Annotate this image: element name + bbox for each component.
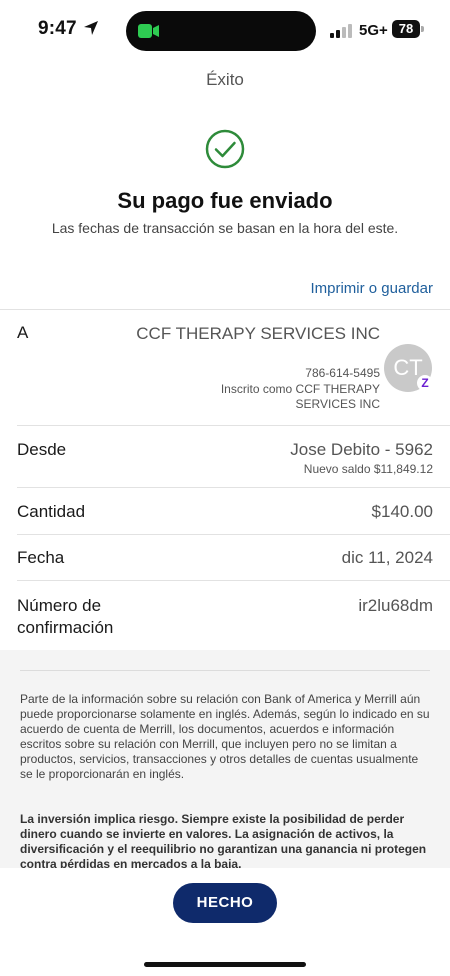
divider [17, 580, 450, 581]
print-or-save-link[interactable]: Imprimir o guardar [310, 280, 433, 297]
amount-label: Cantidad [17, 502, 86, 521]
dynamic-island [126, 11, 316, 51]
battery-tip [421, 26, 424, 32]
divider [17, 425, 450, 426]
disclaimer-panel[interactable]: Parte de la información sobre su relació… [0, 650, 450, 868]
status-time: 9:47 [38, 18, 77, 39]
facetime-camera-icon [138, 24, 159, 38]
battery-indicator: 78 [392, 20, 424, 38]
battery-level: 78 [392, 20, 420, 38]
divider [20, 670, 430, 671]
investment-risk-disclosure: La inversión implica riesgo. Siempre exi… [20, 812, 427, 868]
language-disclosure: Parte de la información sobre su relació… [20, 692, 430, 781]
divider [17, 487, 450, 488]
amount-value: $140.00 [371, 502, 433, 521]
payee-registered-as: Inscrito como CCF THERAPY SERVICES INC [220, 382, 380, 411]
divider [0, 309, 450, 310]
network-type: 5G+ [359, 22, 388, 39]
new-balance: Nuevo saldo $11,849.12 [303, 462, 433, 476]
timezone-note: Las fechas de transacción se basan en la… [51, 220, 399, 236]
date-label: Fecha [17, 548, 65, 567]
page-title: Éxito [206, 70, 244, 89]
divider [17, 534, 450, 535]
payee-name: CCF THERAPY SERVICES INC [136, 324, 380, 343]
confirmation-number: ir2lu68dm [358, 596, 433, 615]
success-check-icon [205, 129, 245, 169]
to-label: A [17, 323, 29, 342]
done-button[interactable]: HECHO [173, 883, 277, 923]
date-value: dic 11, 2024 [341, 548, 433, 567]
location-arrow-icon [84, 21, 98, 35]
payee-phone: 786-614-5495 [305, 366, 380, 380]
confirmation-headline: Su pago fue enviado [117, 188, 333, 213]
zelle-badge-icon: Z [417, 375, 433, 391]
confirmation-label: Número de confirmación [17, 596, 114, 637]
from-account: Jose Debito - 5962 [290, 440, 433, 459]
status-bar: 9:47 5G+ 78 [0, 0, 450, 60]
signal-bars-icon [330, 24, 352, 38]
home-indicator[interactable] [144, 962, 306, 967]
from-label: Desde [17, 440, 67, 459]
